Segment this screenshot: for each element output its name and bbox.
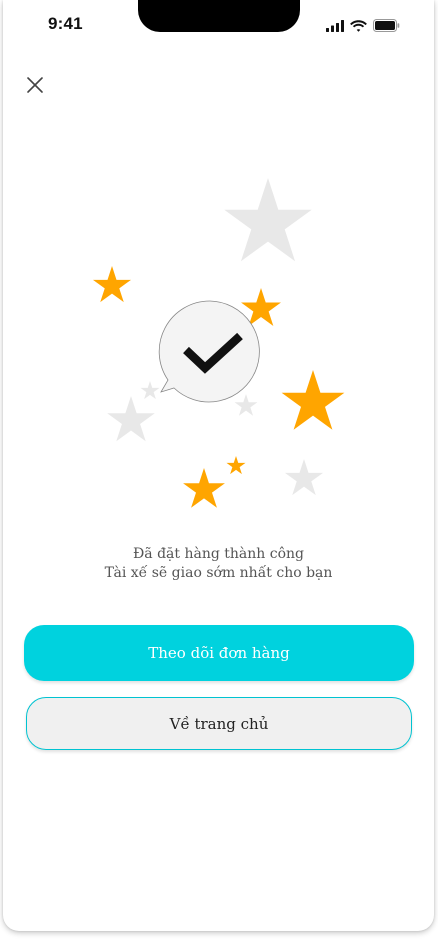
star-icon [224,178,312,262]
success-title: Đã đặt hàng thành công [133,546,304,562]
success-subtitle: Tài xế sẽ giao sớm nhất cho bạn [104,565,333,581]
star-icon [183,468,225,508]
screen: 9:41 Đã đặt hàng thành công Tài xế sẽ gi… [3,0,434,931]
star-icon [284,459,324,496]
track-order-button[interactable]: Theo dõi đơn hàng [24,625,414,681]
success-illustration [92,178,345,508]
star-icon [281,370,345,430]
star-icon [140,381,160,400]
star-icon [234,394,258,416]
star-icon [226,456,246,475]
star-icon [92,266,132,303]
home-button[interactable]: Về trang chủ [26,697,412,750]
star-icon [107,396,155,442]
checkmark-bubble [158,300,260,403]
